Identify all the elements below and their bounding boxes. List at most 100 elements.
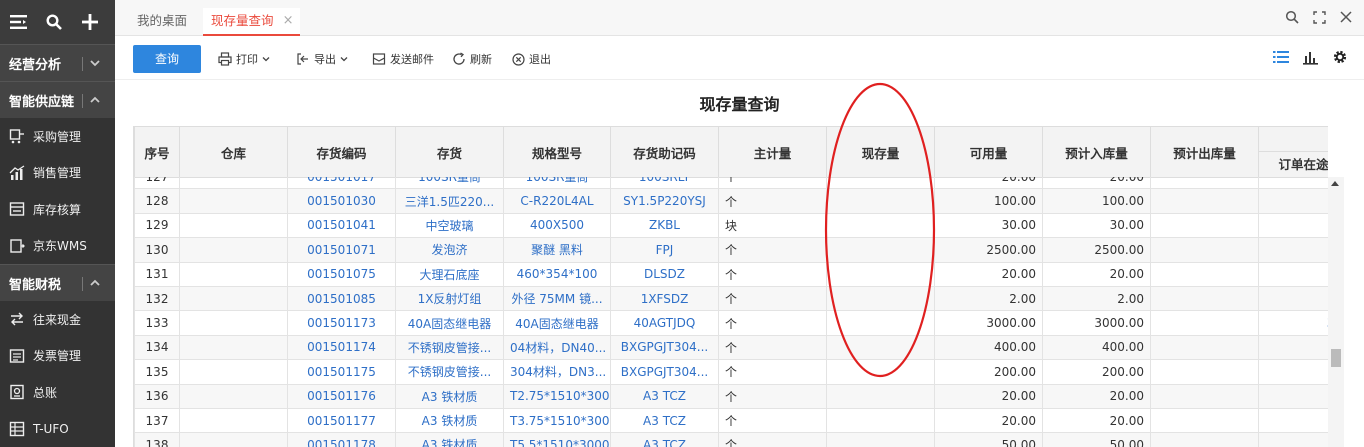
scroll-up-arrow-icon[interactable] (1331, 181, 1339, 186)
cell-spec[interactable]: T3.75*1510*3000 (503, 407, 611, 434)
nav-group-supply-chain[interactable]: 智能供应链 (0, 81, 115, 118)
cell-spec[interactable]: C-R220L4AL (503, 188, 611, 214)
cell-mnemonic[interactable]: FPJ (610, 237, 719, 263)
cell-mnemonic[interactable]: A3 TCZ (610, 432, 719, 447)
cell-mnemonic[interactable]: SY1.5P220YSJ (610, 188, 719, 214)
table-row[interactable]: 127001501017100SR量筒100SR量筒100SRLT个20.002… (134, 177, 1328, 190)
column-header-expected-in[interactable]: 预计入库量 (1042, 126, 1151, 178)
column-header-available-qty[interactable]: 可用量 (934, 126, 1043, 178)
column-header-on-hand-qty[interactable]: 现存量 (826, 126, 935, 178)
query-button[interactable]: 查询 (133, 45, 201, 73)
cell-spec[interactable]: 400X500 (503, 212, 611, 239)
sidebar-item-ledger[interactable]: 总账 (0, 374, 115, 411)
chevron-up-icon[interactable] (88, 276, 102, 290)
sidebar-item-inventory[interactable]: 库存核算 (0, 191, 115, 228)
table-row[interactable]: 130 001501071 发泡济 聚醚 黑料 FPJ 个 2500.00 2500.00 (134, 237, 1328, 263)
nav-group-analysis[interactable]: 经营分析 (0, 44, 115, 81)
cell-item-code[interactable]: 001501173 (287, 310, 396, 336)
cell-mnemonic[interactable]: DLSDZ (610, 261, 719, 287)
column-header-row-number[interactable]: 序号 (134, 126, 180, 178)
chevron-up-icon[interactable] (88, 93, 102, 107)
cell-spec[interactable]: 聚醚 黑料 (503, 237, 611, 263)
table-row[interactable]: 136 001501176 A3 铁材质 T2.75*1510*3000 A3 TCZ 个… (134, 383, 1328, 409)
cell-spec[interactable]: 外径 75MM 镜... (503, 285, 611, 312)
column-header-item-code[interactable]: 存货编码 (287, 126, 396, 178)
table-row[interactable]: 131 001501075 大理石底座 460*354*100 DLSDZ 个 20.00 2… (134, 261, 1328, 287)
cell-item-name[interactable]: A3 铁材质 (395, 407, 504, 434)
cell-item-name[interactable]: A3 铁材质 (395, 383, 504, 409)
table-row[interactable]: 132 001501085 1X反射灯组 外径 75MM 镜... 1XFSDZ 个 2.0… (134, 285, 1328, 312)
cell-item-name[interactable]: 发泡济 (395, 237, 504, 263)
column-header-item-name[interactable]: 存货 (395, 126, 504, 178)
menu-icon[interactable] (9, 13, 27, 31)
cell-item-code[interactable]: 001501178 (287, 432, 396, 447)
cell-spec[interactable]: 04材料，DN40... (503, 334, 611, 361)
search-icon[interactable] (1285, 10, 1299, 24)
nav-group-tax[interactable]: 智能财税 (0, 264, 115, 301)
send-mail-button[interactable]: 发送邮件 (372, 51, 434, 67)
cell-spec[interactable]: 304材料，DN3... (503, 359, 611, 385)
exit-button[interactable]: 退出 (512, 51, 551, 67)
sidebar-item-jd-wms[interactable]: 京东WMS (0, 227, 115, 264)
cell-item-code[interactable]: 001501176 (287, 383, 396, 409)
table-row[interactable]: 128 001501030 三洋1.5匹220... C-R220L4AL SY1.5P… (134, 188, 1328, 214)
cell-mnemonic[interactable]: A3 TCZ (610, 383, 719, 409)
cell-mnemonic[interactable]: 1XFSDZ (610, 285, 719, 312)
column-header-warehouse[interactable]: 仓库 (179, 126, 288, 178)
cell-mnemonic[interactable]: 100SRLT (610, 177, 719, 190)
cell-item-name[interactable]: A3 铁材质 (395, 432, 504, 447)
table-row[interactable]: 129 001501041 中空玻璃 400X500 ZKBL 块 30.00 30.00 (134, 212, 1328, 239)
table-row[interactable]: 138 001501178 A3 铁材质 T5.5*1510*3000 A3 TCZ 个 5… (134, 432, 1328, 447)
column-header-mnemonic[interactable]: 存货助记码 (610, 126, 719, 178)
cell-item-name[interactable]: 不锈钢皮管接... (395, 334, 504, 361)
cell-item-code[interactable]: 001501174 (287, 334, 396, 361)
export-button[interactable]: 导出 (296, 51, 348, 67)
cell-spec[interactable]: 100SR量筒 (503, 177, 611, 190)
cell-item-code[interactable]: 001501177 (287, 407, 396, 434)
cell-item-name[interactable]: 大理石底座 (395, 261, 504, 287)
scrollbar-thumb[interactable] (1331, 349, 1341, 367)
close-icon[interactable]: × (283, 8, 294, 34)
plus-icon[interactable] (81, 13, 99, 31)
sidebar-item-purchase[interactable]: 采购管理 (0, 118, 115, 155)
tab-inventory-query[interactable]: 现存量查询 × (203, 8, 300, 36)
chart-view-icon[interactable] (1303, 50, 1318, 65)
cell-spec[interactable]: 460*354*100 (503, 261, 611, 287)
cell-item-name[interactable]: 100SR量筒 (395, 177, 504, 190)
gear-icon[interactable] (1332, 49, 1348, 65)
sidebar-item-t-ufo[interactable]: T-UFO (0, 410, 115, 447)
cell-spec[interactable]: T5.5*1510*3000 (503, 432, 611, 447)
print-button[interactable]: 打印 (218, 51, 270, 67)
table-body-viewport[interactable]: 127001501017100SR量筒100SR量筒100SRLT个20.002… (134, 177, 1328, 447)
cell-spec[interactable]: T2.75*1510*3000 (503, 383, 611, 409)
column-header-unit[interactable]: 主计量 (718, 126, 827, 178)
cell-item-name[interactable]: 1X反射灯组 (395, 285, 504, 312)
cell-mnemonic[interactable]: 40AGTJDQ (610, 310, 719, 336)
vertical-scrollbar[interactable] (1328, 177, 1344, 447)
cell-item-code[interactable]: 001501041 (287, 212, 396, 239)
cell-item-code[interactable]: 001501017 (287, 177, 396, 190)
cell-mnemonic[interactable]: BXGPGJT304... (610, 359, 719, 385)
cell-item-code[interactable]: 001501030 (287, 188, 396, 214)
column-header-spec[interactable]: 规格型号 (503, 126, 611, 178)
sidebar-item-invoice[interactable]: 发票管理 (0, 337, 115, 374)
sidebar-item-cash[interactable]: 往来现金 (0, 301, 115, 338)
sidebar-item-sales[interactable]: 销售管理 (0, 154, 115, 191)
refresh-button[interactable]: 刷新 (452, 51, 492, 67)
chevron-down-icon[interactable] (88, 56, 102, 70)
column-header-expected-out[interactable]: 预计出库量 (1150, 126, 1259, 178)
table-row[interactable]: 135 001501175 不锈钢皮管接... 304材料，DN3... BXGPGJT… (134, 359, 1328, 385)
list-view-icon[interactable] (1273, 50, 1289, 64)
tab-my-desktop[interactable]: 我的桌面 (129, 8, 195, 36)
cell-item-name[interactable]: 不锈钢皮管接... (395, 359, 504, 385)
cell-item-code[interactable]: 001501071 (287, 237, 396, 263)
cell-mnemonic[interactable]: A3 TCZ (610, 407, 719, 434)
cell-item-code[interactable]: 001501085 (287, 285, 396, 312)
cell-item-name[interactable]: 40A固态继电器 (395, 310, 504, 336)
cell-mnemonic[interactable]: BXGPGJT304... (610, 334, 719, 361)
cell-spec[interactable]: 40A固态继电器 (503, 310, 611, 336)
fullscreen-icon[interactable] (1313, 10, 1326, 24)
close-icon[interactable] (1340, 11, 1352, 23)
table-row[interactable]: 137 001501177 A3 铁材质 T3.75*1510*3000 A3 TCZ 个… (134, 407, 1328, 434)
column-header-order-in-transit[interactable]: 订单在途 (1258, 126, 1328, 178)
